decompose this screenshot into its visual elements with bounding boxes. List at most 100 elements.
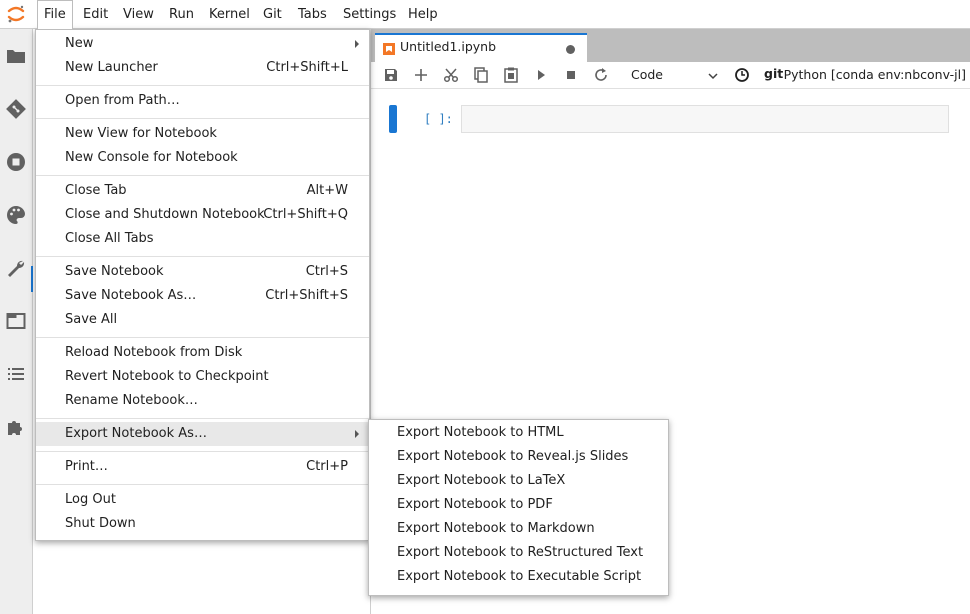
left-sidebar (0, 29, 33, 614)
menu-item-save-all[interactable]: Save All (36, 308, 369, 332)
kernel-name[interactable]: Python [conda env:nbconv-jl] (784, 67, 966, 82)
notebook-file-icon (383, 43, 395, 55)
menu-item-save-notebook[interactable]: Save Notebook Ctrl+S (36, 260, 369, 284)
cell-input[interactable] (461, 105, 949, 133)
menu-item-rename-notebook[interactable]: Rename Notebook… (36, 389, 369, 413)
notebook-toolbar: Code git Python [conda env:nbconv-jl] (371, 62, 970, 89)
menu-item-new-console-for-notebook[interactable]: New Console for Notebook (36, 146, 369, 170)
export-submenu: Export Notebook to HTML Export Notebook … (368, 419, 669, 596)
paste-icon[interactable] (502, 66, 520, 84)
menu-item-new[interactable]: New (36, 32, 369, 56)
cut-icon[interactable] (442, 66, 460, 84)
notebook-tab[interactable]: Untitled1.ipynb (375, 33, 587, 62)
export-item-html[interactable]: Export Notebook to HTML (369, 422, 668, 446)
menu-item-label: Save All (65, 312, 118, 327)
menu-item-export-notebook-as[interactable]: Export Notebook As… (36, 422, 369, 446)
menu-item-label: Export Notebook to Reveal.js Slides (397, 449, 629, 464)
puzzle-icon[interactable] (6, 417, 26, 437)
menu-separator (36, 451, 369, 452)
menu-item-label: Export Notebook As… (65, 426, 207, 441)
menu-item-open-from-path[interactable]: Open from Path… (36, 89, 369, 113)
menu-item-close-all-tabs[interactable]: Close All Tabs (36, 227, 369, 251)
tab-bar: Untitled1.ipynb (371, 29, 970, 62)
file-menu: New New Launcher Ctrl+Shift+L Open from … (35, 29, 370, 541)
menu-item-label: Export Notebook to HTML (397, 425, 564, 440)
git-icon[interactable] (6, 99, 26, 119)
tab-title: Untitled1.ipynb (400, 39, 497, 54)
run-icon[interactable] (532, 66, 550, 84)
menu-settings[interactable]: Settings (337, 0, 402, 29)
menu-run[interactable]: Run (163, 0, 200, 29)
menu-item-label: Revert Notebook to Checkpoint (65, 369, 269, 384)
export-item-markdown[interactable]: Export Notebook to Markdown (369, 518, 668, 542)
menu-item-new-view-for-notebook[interactable]: New View for Notebook (36, 122, 369, 146)
menu-item-print[interactable]: Print… Ctrl+P (36, 455, 369, 479)
menu-item-label: Shut Down (65, 516, 136, 531)
menu-item-label: Save Notebook (65, 264, 164, 279)
palette-icon[interactable] (6, 205, 26, 225)
menu-item-label: Close and Shutdown Notebook (65, 207, 265, 222)
restart-icon[interactable] (592, 66, 610, 84)
menu-separator (36, 484, 369, 485)
menu-item-shortcut: Ctrl+Shift+Q (263, 207, 348, 222)
menu-separator (36, 85, 369, 86)
cell-type-dropdown[interactable]: Code (629, 65, 721, 86)
menu-item-shortcut: Ctrl+Shift+S (265, 288, 348, 303)
menu-item-label: Export Notebook to Executable Script (397, 569, 642, 584)
add-icon[interactable] (412, 66, 430, 84)
unsaved-indicator[interactable] (566, 45, 575, 54)
menu-kernel[interactable]: Kernel (203, 0, 256, 29)
menu-item-shortcut: Alt+W (306, 183, 348, 198)
stop-icon[interactable] (562, 66, 580, 84)
menu-item-shortcut: Ctrl+P (306, 459, 348, 474)
menu-item-new-launcher[interactable]: New Launcher Ctrl+Shift+L (36, 56, 369, 80)
menu-item-reload-notebook[interactable]: Reload Notebook from Disk (36, 341, 369, 365)
menu-item-label: New (65, 36, 94, 51)
menu-git[interactable]: Git (257, 0, 288, 29)
menu-item-label: Export Notebook to LaTeX (397, 473, 566, 488)
export-item-latex[interactable]: Export Notebook to LaTeX (369, 470, 668, 494)
clock-icon[interactable] (733, 66, 751, 84)
menu-view[interactable]: View (117, 0, 160, 29)
tab-icon[interactable] (6, 311, 26, 331)
copy-icon[interactable] (472, 66, 490, 84)
menu-item-label: Reload Notebook from Disk (65, 345, 243, 360)
cell-type-value: Code (631, 67, 664, 82)
menu-help[interactable]: Help (402, 0, 444, 29)
export-item-revealjs[interactable]: Export Notebook to Reveal.js Slides (369, 446, 668, 470)
menu-item-shortcut: Ctrl+Shift+L (266, 60, 348, 75)
menu-item-label: Export Notebook to ReStructured Text (397, 545, 644, 560)
menu-item-label: Export Notebook to Markdown (397, 521, 595, 536)
menu-tabs[interactable]: Tabs (292, 0, 333, 29)
menu-item-save-notebook-as[interactable]: Save Notebook As… Ctrl+Shift+S (36, 284, 369, 308)
menu-file[interactable]: File (37, 0, 73, 29)
export-item-pdf[interactable]: Export Notebook to PDF (369, 494, 668, 518)
git-button[interactable]: git (764, 66, 783, 81)
menu-separator (36, 418, 369, 419)
menu-item-label: New View for Notebook (65, 126, 217, 141)
menu-item-label: Export Notebook to PDF (397, 497, 553, 512)
cell-prompt: [ ]: (424, 112, 453, 126)
menu-item-label: Close Tab (65, 183, 127, 198)
menu-separator (36, 118, 369, 119)
menu-item-label: Open from Path… (65, 93, 180, 108)
menu-item-revert-notebook[interactable]: Revert Notebook to Checkpoint (36, 365, 369, 389)
menu-item-log-out[interactable]: Log Out (36, 488, 369, 512)
submenu-arrow-icon (355, 430, 359, 438)
menu-item-shut-down[interactable]: Shut Down (36, 512, 369, 536)
list-icon[interactable] (6, 364, 26, 384)
export-item-executable-script[interactable]: Export Notebook to Executable Script (369, 566, 668, 590)
menu-item-label: New Launcher (65, 60, 158, 75)
save-icon[interactable] (382, 66, 400, 84)
menu-bar: File Edit View Run Kernel Git Tabs Setti… (0, 0, 970, 29)
jupyter-logo-icon[interactable] (6, 4, 26, 24)
menu-item-label: Print… (65, 459, 108, 474)
menu-item-close-and-shutdown[interactable]: Close and Shutdown Notebook Ctrl+Shift+Q (36, 203, 369, 227)
menu-item-close-tab[interactable]: Close Tab Alt+W (36, 179, 369, 203)
stop-circle-icon[interactable] (6, 152, 26, 172)
code-cell[interactable]: [ ]: (389, 105, 949, 133)
folder-icon[interactable] (6, 46, 26, 66)
wrench-icon[interactable] (6, 258, 26, 278)
export-item-restructured-text[interactable]: Export Notebook to ReStructured Text (369, 542, 668, 566)
menu-edit[interactable]: Edit (77, 0, 114, 29)
